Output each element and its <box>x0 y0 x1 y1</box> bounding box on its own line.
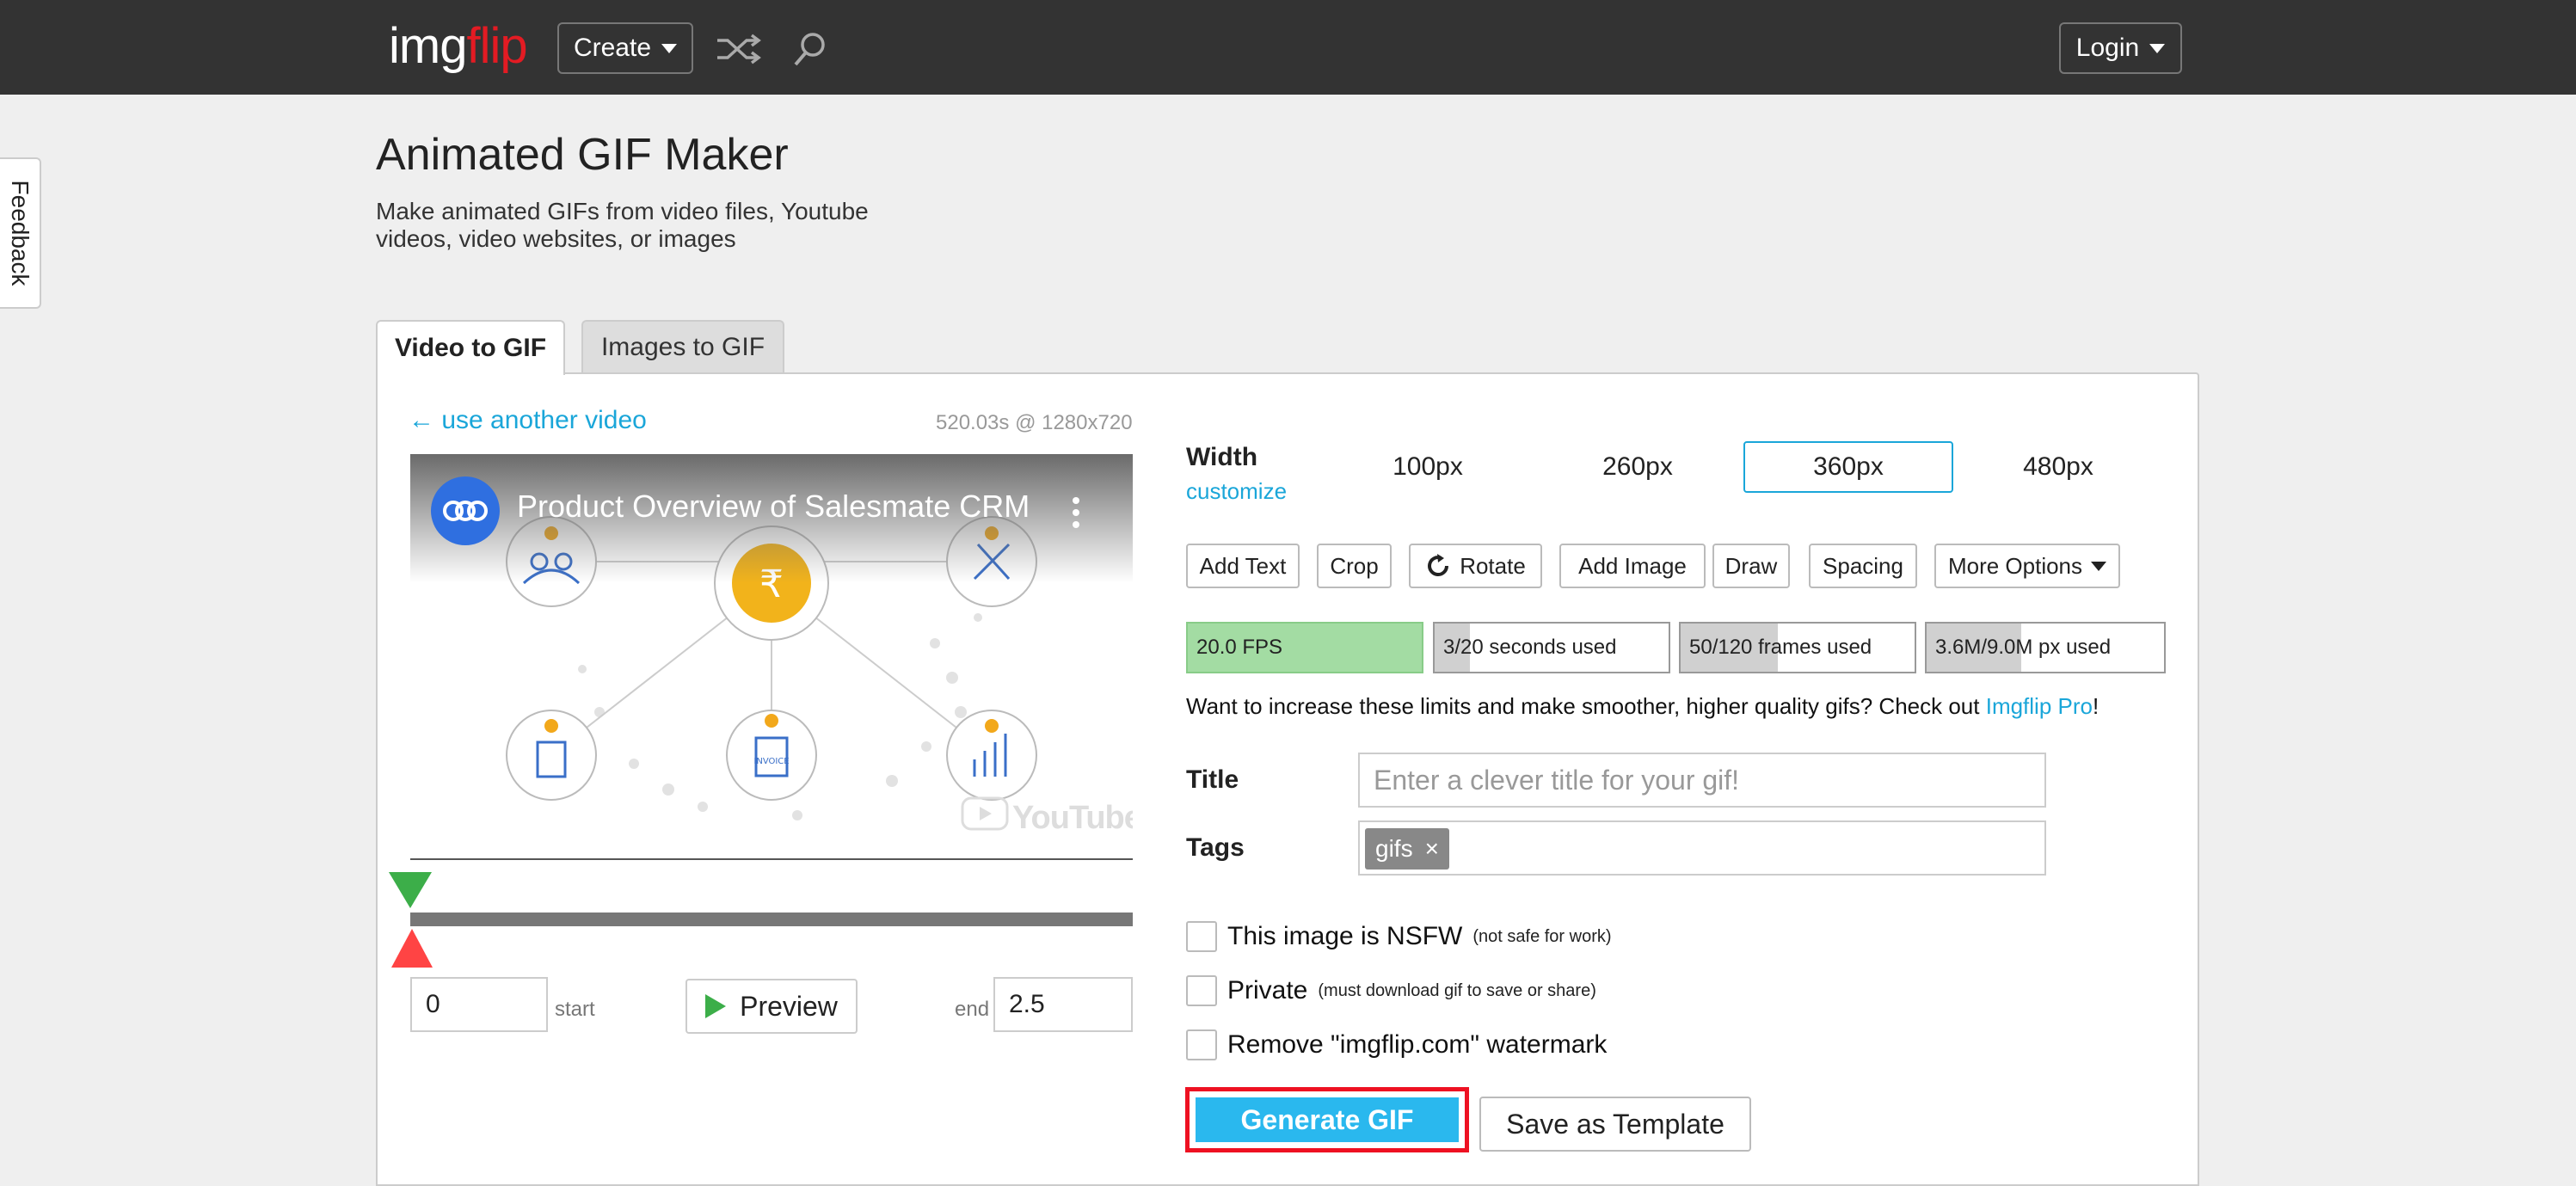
draw-button[interactable]: Draw <box>1712 544 1790 588</box>
tag-chip: gifs × <box>1365 828 1449 870</box>
video-info: 520.03s @ 1280x720 <box>936 411 1133 434</box>
limits-notice: Want to increase these limits and make s… <box>1186 693 2099 720</box>
more-options-label: More Options <box>1947 552 2083 579</box>
rotate-button[interactable]: Rotate <box>1409 544 1542 588</box>
width-label: Width <box>1186 443 1258 471</box>
start-time-input[interactable] <box>410 977 548 1032</box>
pixels-usage-label: 3.6M/9.0M px used <box>1935 636 2112 659</box>
rotate-label: Rotate <box>1460 552 1526 579</box>
add-text-button[interactable]: Add Text <box>1186 544 1300 588</box>
feedback-label: Feedback <box>7 180 34 286</box>
limits-text: Want to increase these limits and make s… <box>1186 693 1986 719</box>
width-option-100[interactable]: 100px <box>1323 441 1533 493</box>
preview-button[interactable]: Preview <box>685 979 858 1034</box>
frames-usage: 50/120 frames used <box>1679 622 1916 673</box>
spacing-button[interactable]: Spacing <box>1809 544 1917 588</box>
crop-button[interactable]: Crop <box>1317 544 1392 588</box>
start-marker-handle[interactable] <box>389 872 432 908</box>
frames-usage-label: 50/120 frames used <box>1689 636 1872 659</box>
nsfw-label: This image is NSFW <box>1227 922 1463 950</box>
private-label: Private <box>1227 976 1308 1005</box>
login-menu-button[interactable]: Login <box>2059 22 2182 74</box>
video-player[interactable]: ₹ INVOICE Product Overview of Salesmate … <box>410 454 1133 850</box>
fps-label: 20.0 FPS <box>1196 636 1283 659</box>
seconds-usage: 3/20 seconds used <box>1433 622 1670 673</box>
more-options-button[interactable]: More Options <box>1934 544 2120 588</box>
imgflip-logo[interactable]: imgflip <box>389 17 528 75</box>
limits-suffix: ! <box>2092 693 2100 719</box>
tab-video-to-gif[interactable]: Video to GIF <box>376 320 565 375</box>
save-as-template-button[interactable]: Save as Template <box>1479 1097 1751 1152</box>
youtube-play-icon <box>961 796 1009 831</box>
imgflip-pro-link[interactable]: Imgflip Pro <box>1986 693 2093 719</box>
search-icon[interactable] <box>785 29 833 69</box>
private-note: (must download gif to save or share) <box>1318 980 1596 1000</box>
end-marker-handle[interactable] <box>391 929 433 968</box>
nsfw-note: (not safe for work) <box>1472 926 1612 946</box>
timeline-divider <box>410 858 1133 860</box>
tags-label: Tags <box>1186 833 1245 862</box>
preview-label: Preview <box>740 990 838 1022</box>
width-option-360[interactable]: 360px <box>1743 441 1953 493</box>
seconds-usage-label: 3/20 seconds used <box>1443 636 1617 659</box>
create-label: Create <box>573 34 652 62</box>
title-label: Title <box>1186 765 1239 794</box>
chevron-down-icon <box>2149 43 2166 53</box>
login-label: Login <box>2075 34 2140 62</box>
watermark-option[interactable]: Remove "imgflip.com" watermark <box>1186 1029 1607 1060</box>
youtube-watermark: YouTube <box>1012 800 1133 836</box>
generate-gif-button[interactable]: Generate GIF <box>1196 1097 1459 1142</box>
watermark-label: Remove "imgflip.com" watermark <box>1227 1030 1608 1059</box>
logo-part-img: img <box>389 18 467 74</box>
page-title: Animated GIF Maker <box>376 130 789 180</box>
svg-text:INVOICE: INVOICE <box>753 757 789 766</box>
width-option-480[interactable]: 480px <box>1953 441 2163 493</box>
tag-chip-label: gifs <box>1375 835 1413 862</box>
customize-width-link[interactable]: customize <box>1186 478 1287 505</box>
chevron-down-icon <box>2091 561 2107 571</box>
more-vert-icon[interactable] <box>1069 495 1083 530</box>
pixels-usage: 3.6M/9.0M px used <box>1925 622 2166 673</box>
title-input[interactable] <box>1358 753 2046 808</box>
tab-images-to-gif[interactable]: Images to GIF <box>581 320 784 373</box>
private-option[interactable]: Private (must download gif to save or sh… <box>1186 975 1596 1006</box>
watermark-checkbox[interactable] <box>1186 1029 1217 1060</box>
top-navbar: imgflip Create Login <box>0 0 2576 95</box>
create-menu-button[interactable]: Create <box>557 22 693 74</box>
rotate-icon <box>1428 554 1449 577</box>
channel-avatar-icon[interactable] <box>429 475 501 547</box>
fps-indicator: 20.0 FPS <box>1186 622 1423 673</box>
tags-input[interactable]: gifs × <box>1358 820 2046 876</box>
end-label: end <box>955 998 990 1021</box>
page-subtitle: Make animated GIFs from video files, You… <box>376 198 869 252</box>
play-icon <box>705 994 727 1018</box>
close-icon[interactable]: × <box>1425 835 1439 863</box>
feedback-tab[interactable]: Feedback <box>0 157 41 309</box>
end-time-input[interactable] <box>993 977 1133 1032</box>
start-label: start <box>555 998 595 1021</box>
chevron-down-icon <box>661 43 678 53</box>
nsfw-option[interactable]: This image is NSFW (not safe for work) <box>1186 921 1612 952</box>
logo-part-flip: flip <box>466 18 527 74</box>
shuffle-icon[interactable] <box>714 29 762 69</box>
add-image-button[interactable]: Add Image <box>1559 544 1706 588</box>
private-checkbox[interactable] <box>1186 975 1217 1006</box>
use-another-video-link[interactable]: ← use another video <box>409 406 647 435</box>
video-title[interactable]: Product Overview of Salesmate CRM <box>517 489 1030 525</box>
nsfw-checkbox[interactable] <box>1186 921 1217 952</box>
width-option-260[interactable]: 260px <box>1533 441 1743 493</box>
timeline-track[interactable] <box>410 913 1133 926</box>
